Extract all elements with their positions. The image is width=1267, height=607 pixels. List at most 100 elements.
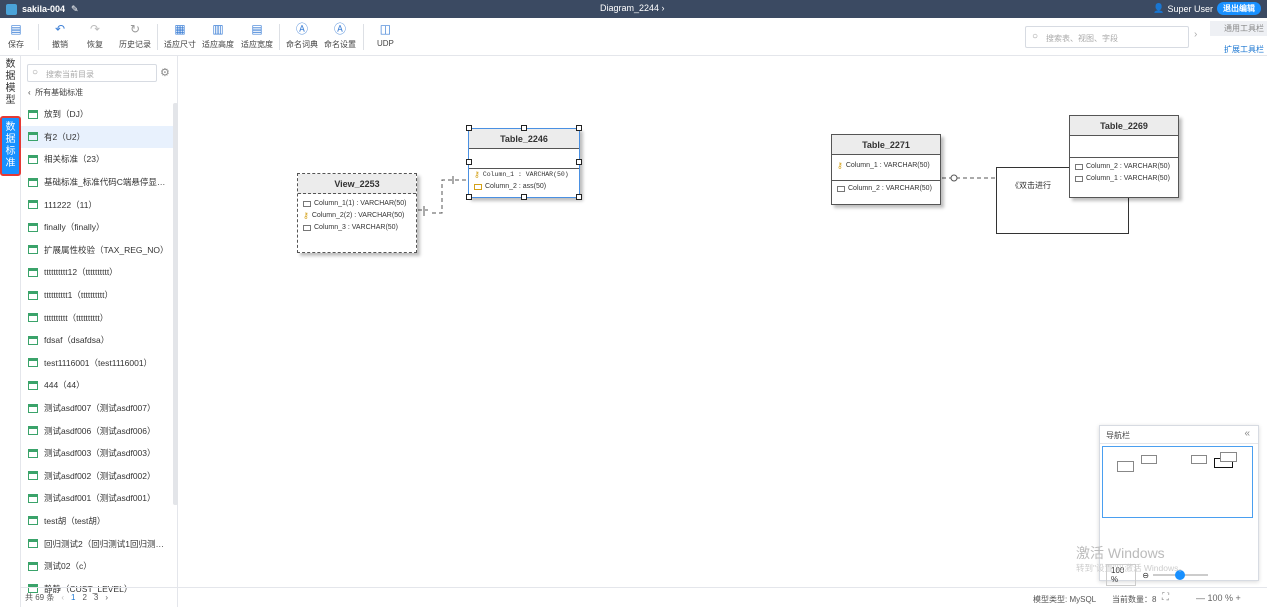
udp-button[interactable]: ◫ UDP: [377, 22, 394, 48]
list-item-label: 测试asdf006（测试asdf006）: [44, 425, 156, 436]
fit-size-button[interactable]: ▦ 适应尺寸: [164, 22, 196, 50]
search-placeholder: 搜索当前目录: [46, 70, 94, 79]
fit-height-button[interactable]: ▥ 适应高度: [202, 22, 234, 50]
resize-handle[interactable]: [521, 194, 527, 200]
column-row[interactable]: Column_2 : ass(50): [469, 181, 579, 193]
page-2[interactable]: 2: [82, 593, 86, 602]
standard-icon: [28, 539, 38, 549]
list-item[interactable]: 相关标准（23）: [21, 148, 173, 171]
list-item[interactable]: 扩展属性校验（TAX_REG_NO）: [21, 239, 173, 262]
save-button[interactable]: ▤ 保存: [8, 22, 24, 50]
directory-search-input[interactable]: ○ 搜索当前目录: [27, 64, 157, 82]
fit-height-icon: ▥: [212, 22, 224, 36]
column-row[interactable]: Column_2 : VARCHAR(50): [832, 183, 940, 195]
column-row[interactable]: Column_3 : VARCHAR(50): [298, 222, 416, 234]
history-button[interactable]: ↻ 历史记录: [119, 22, 151, 50]
naming-dict-button[interactable]: Ⓐ 命名词典: [286, 22, 318, 50]
table-2246[interactable]: Table_2246 ⚷ Column_1 : VARCHAR(50) Colum…: [468, 128, 580, 198]
pagination: 共 69 条 ‹ 1 2 3 ›: [21, 587, 178, 607]
list-item[interactable]: 测试asdf003（测试asdf003）: [21, 442, 173, 465]
list-item[interactable]: tttttttttt（tttttttttt）: [21, 306, 173, 329]
next-page-icon[interactable]: ›: [105, 593, 108, 602]
page-1[interactable]: 1: [71, 593, 75, 602]
list-item[interactable]: test1116001（test1116001）: [21, 352, 173, 375]
resize-handle[interactable]: [576, 159, 582, 165]
list-item-label: 测试asdf007（测试asdf007）: [44, 403, 156, 414]
gear-icon[interactable]: ⚙: [160, 66, 170, 79]
column-row[interactable]: ⚷ Column_1 : VARCHAR(50): [469, 169, 579, 181]
minimap-entity: [1141, 455, 1157, 464]
entity-title: Table_2271: [832, 135, 940, 155]
standard-icon: [28, 290, 38, 300]
resize-handle[interactable]: [466, 159, 472, 165]
prev-page-icon[interactable]: ‹: [61, 593, 64, 602]
tab-common-toolbar[interactable]: 通用工具栏: [1210, 21, 1267, 36]
list-item[interactable]: 111222（11）: [21, 193, 173, 216]
list-item[interactable]: 放到（DJ）: [21, 103, 173, 126]
standard-icon: [28, 177, 38, 187]
column-row[interactable]: ⚷ Column_2(2) : VARCHAR(50): [298, 210, 416, 222]
project-title[interactable]: sakila-004 ✎: [6, 3, 79, 15]
standards-list: 放到（DJ） 有2（U2） 相关标准（23） 基础标准_标准代码C端悬停显… 11122…: [21, 103, 173, 600]
navigator-header: 导航栏 «: [1100, 426, 1258, 444]
column-row[interactable]: Column_1(1) : VARCHAR(50): [298, 198, 416, 210]
list-item[interactable]: test胡（test胡）: [21, 510, 173, 533]
diagram-title[interactable]: Diagram_2244 ›: [600, 3, 665, 13]
list-item[interactable]: 测试asdf006（测试asdf006）: [21, 419, 173, 442]
list-item[interactable]: finally（finally）: [21, 216, 173, 239]
minimap-entity: [1220, 452, 1237, 462]
chevron-right-icon[interactable]: ›: [1194, 29, 1197, 40]
fullscreen-icon[interactable]: ⛶: [1162, 592, 1169, 603]
status-zoom[interactable]: — 100 % +: [1196, 593, 1241, 603]
page-3[interactable]: 3: [94, 593, 98, 602]
view-2253[interactable]: View_2253 Column_1(1) : VARCHAR(50) ⚷ Col…: [297, 173, 417, 253]
list-item-label: tttttttttt12（tttttttttt）: [44, 267, 118, 278]
breadcrumb[interactable]: ‹ 所有基础标准: [28, 87, 83, 98]
redo-button[interactable]: ↷ 恢复: [87, 22, 103, 50]
tab-data-standard[interactable]: 数 据 标 准: [0, 116, 21, 176]
list-item[interactable]: fdsaf（dsafdsa）: [21, 329, 173, 352]
table-2269[interactable]: Table_2269 Column_2 : VARCHAR(50) Column…: [1069, 115, 1179, 198]
entity-title: View_2253: [298, 174, 416, 194]
table-2271[interactable]: Table_2271 ⚷ Column_1 : VARCHAR(50) Colum…: [831, 134, 941, 205]
list-item[interactable]: 基础标准_标准代码C端悬停显…: [21, 171, 173, 194]
list-item[interactable]: 有2（U2）: [21, 125, 173, 149]
naming-dict-label: 命名词典: [286, 40, 318, 49]
user-menu[interactable]: 👤 Super User 退出编辑: [1153, 2, 1261, 15]
collapse-icon[interactable]: «: [1244, 428, 1250, 439]
column-row[interactable]: ⚷ Column_1 : VARCHAR(50): [832, 160, 940, 172]
list-item[interactable]: tttttttttt1（tttttttttt）: [21, 284, 173, 307]
edit-pencil-icon[interactable]: ✎: [71, 4, 79, 15]
resize-handle[interactable]: [521, 125, 527, 131]
list-item-label: 测试02（c）: [44, 561, 92, 572]
resize-handle[interactable]: [466, 125, 472, 131]
column-row[interactable]: Column_1 : VARCHAR(50): [1070, 173, 1178, 185]
standards-panel: ○ 搜索当前目录 ⚙ ‹ 所有基础标准 放到（DJ） 有2（U2） 相关标准（23） 基…: [21, 56, 178, 607]
zoom-slider[interactable]: [1152, 570, 1209, 580]
standard-icon: [28, 109, 38, 119]
list-item[interactable]: 测试02（c）: [21, 555, 173, 578]
list-item[interactable]: tttttttttt12（tttttttttt）: [21, 261, 173, 284]
resize-handle[interactable]: [576, 194, 582, 200]
fit-width-button[interactable]: ▤ 适应宽度: [241, 22, 273, 50]
breadcrumb-label: 所有基础标准: [35, 88, 84, 97]
list-item[interactable]: 444（44）: [21, 374, 173, 397]
toolbar-divider: [363, 24, 364, 50]
list-item[interactable]: 回归测试2（回归测试1回归测…: [21, 532, 173, 555]
resize-handle[interactable]: [466, 194, 472, 200]
list-item[interactable]: 测试asdf002（测试asdf002）: [21, 465, 173, 488]
naming-settings-button[interactable]: Ⓐ 命名设置: [324, 22, 356, 50]
fit-width-icon: ▤: [251, 22, 263, 36]
list-item[interactable]: 测试asdf001（测试asdf001）: [21, 487, 173, 510]
column-label: Column_1(1) : VARCHAR(50): [314, 200, 407, 207]
column-row[interactable]: Column_2 : VARCHAR(50): [1070, 161, 1178, 173]
undo-button[interactable]: ↶ 撤销: [52, 22, 68, 50]
tab-data-model[interactable]: 数 据 模 型: [0, 56, 21, 110]
table-search-input[interactable]: ○ 搜索表、视图、字段: [1025, 26, 1189, 48]
standard-icon: [28, 267, 38, 277]
windows-watermark: 激活 Windows: [1076, 545, 1165, 561]
list-item[interactable]: 测试asdf007（测试asdf007）: [21, 397, 173, 420]
exit-edit-button[interactable]: 退出编辑: [1217, 2, 1261, 15]
tab-extended-toolbar[interactable]: 扩展工具栏: [1210, 42, 1267, 57]
resize-handle[interactable]: [576, 125, 582, 131]
